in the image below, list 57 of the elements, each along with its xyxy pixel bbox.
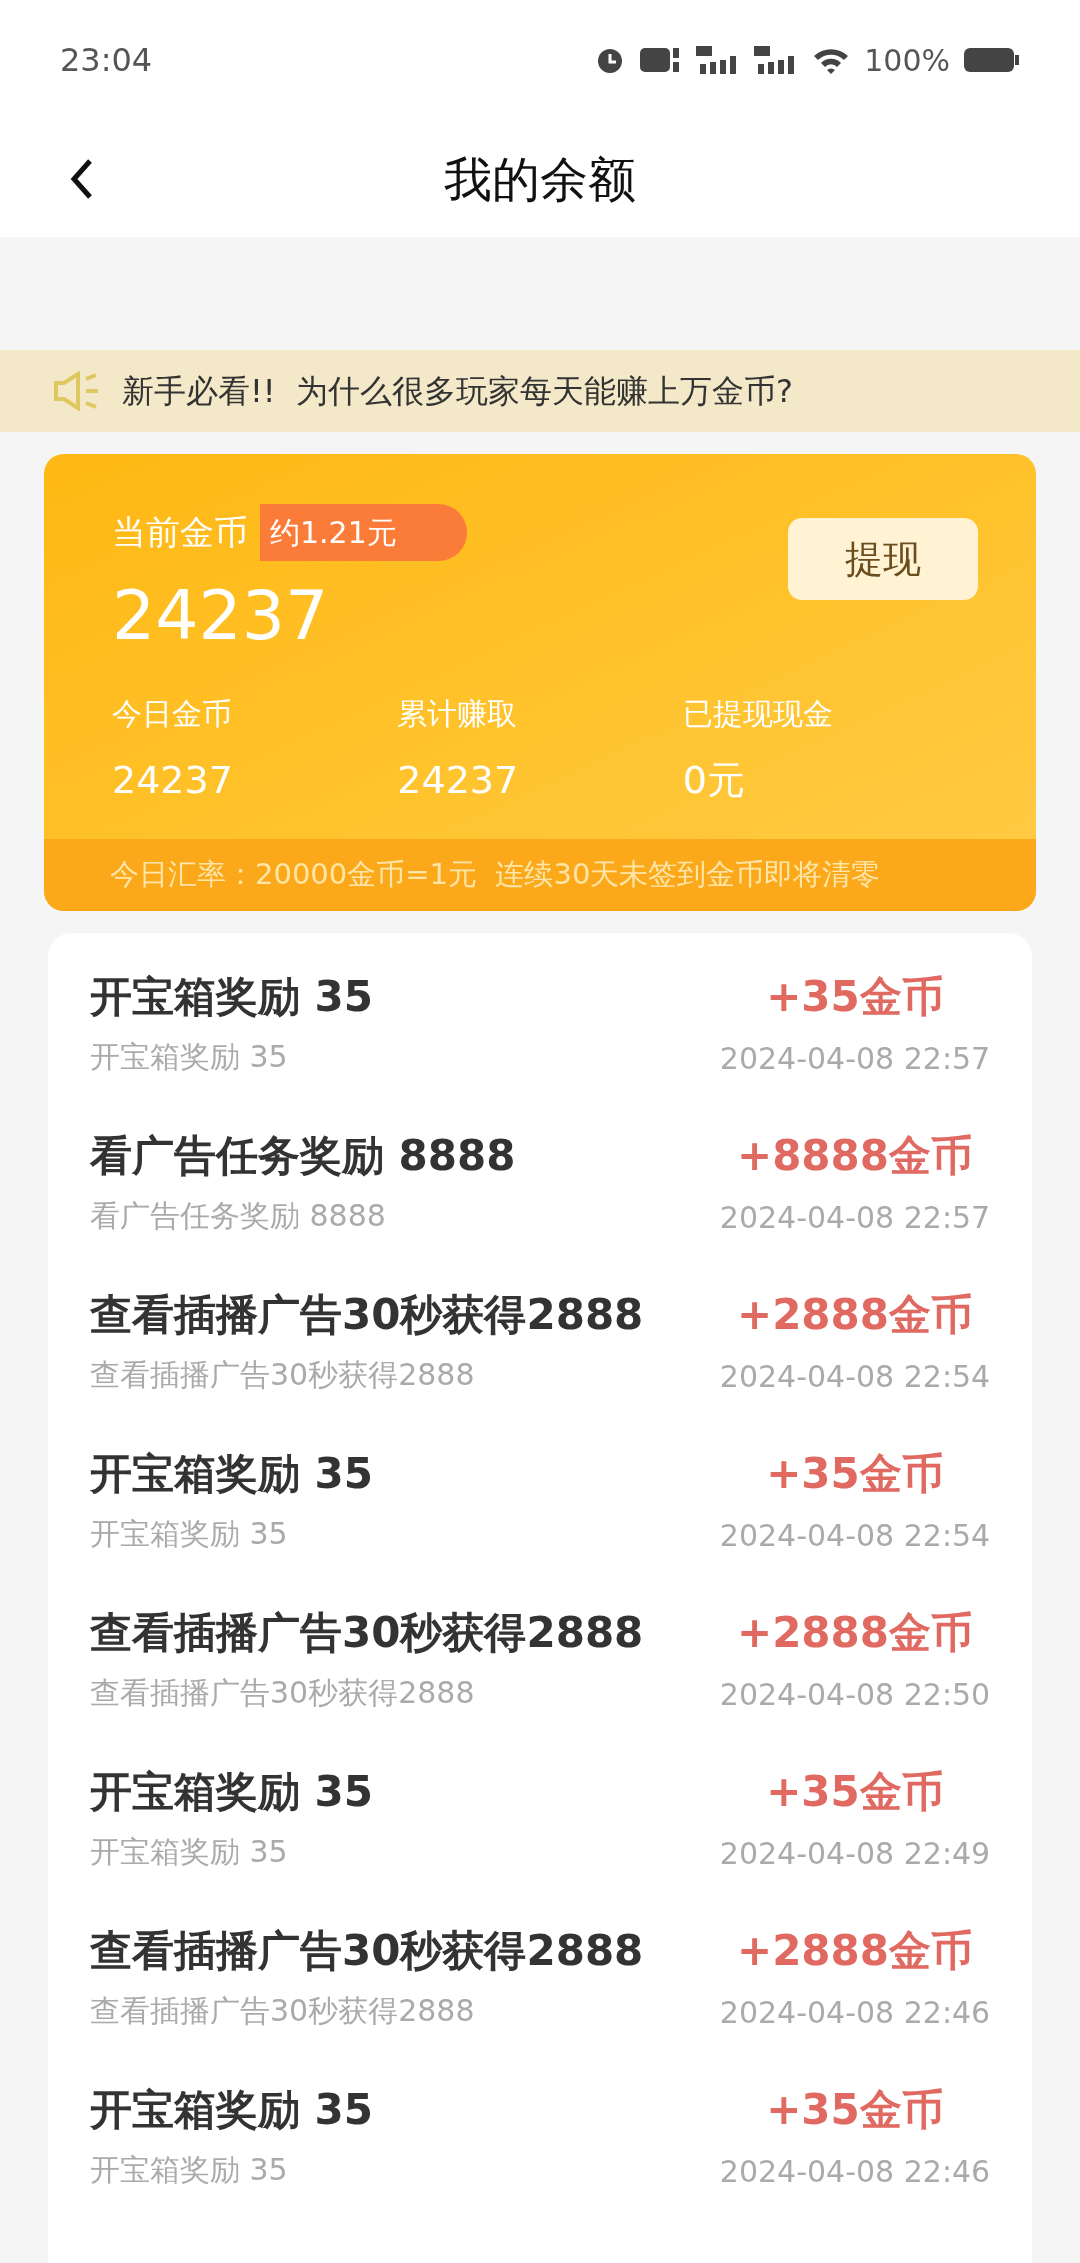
record-subtitle: 查看插播广告30秒获得2888 [90,1991,476,2030]
stat-value: 0元 [682,757,746,804]
notice-text: 新手必看!! 为什么很多玩家每天能赚上万金币? [122,371,793,412]
stat-value: 24237 [397,757,520,804]
record-title: 开宝箱奖励 35 [90,2083,374,2136]
record-title: 开宝箱奖励 35 [90,1447,374,1500]
status-time: 23:04 [60,40,153,81]
page-title: 我的余额 [444,149,636,209]
record-time: 2024-04-08 22:57 [719,1039,991,1078]
record-row[interactable]: 开宝箱奖励 35 开宝箱奖励 35 +35金币 2024-04-08 22:57 [48,958,1032,1118]
record-title: 查看插播广告30秒获得2888 [90,1606,644,1659]
record-subtitle: 查看插播广告30秒获得2888 [90,1673,476,1712]
record-time: 2024-04-08 22:54 [719,1357,991,1396]
record-subtitle: 开宝箱奖励 35 [90,1037,289,1076]
battery-icon [964,46,1020,74]
record-row[interactable]: 查看插播广告30秒获得2888 查看插播广告30秒获得2888 +2888金币 2024-04-08 22:46 [48,1912,1032,2072]
stat-label: 已提现现金 [682,695,834,733]
record-row[interactable]: 开宝箱奖励 35 开宝箱奖励 35 +35金币 2024-04-08 22:49 [48,1753,1032,1913]
record-title: 看广告任务奖励 8888 [90,1129,516,1182]
record-time: 2024-04-08 22:54 [719,1516,991,1555]
record-amount: +2888金币 [736,1606,974,1659]
coin-amount: 24237 [112,575,330,657]
record-time: 2024-04-08 22:50 [719,1675,991,1714]
coin-label: 当前金币 [112,511,248,554]
record-amount: +35金币 [766,2083,944,2136]
record-row[interactable]: 看广告任务奖励 8888 看广告任务奖励 8888 +8888金币 2024-04-08 22:57 [48,1117,1032,1277]
battery-percent: 100% [864,41,950,80]
record-title: 查看插播广告30秒获得2888 [90,1288,644,1341]
withdraw-button[interactable]: 提现 [788,518,978,600]
stat-label: 今日金币 [112,695,233,733]
record-subtitle: 开宝箱奖励 35 [90,2150,289,2189]
record-amount: +35金币 [766,970,944,1023]
record-subtitle: 开宝箱奖励 35 [90,1514,289,1553]
record-subtitle: 查看插播广告30秒获得2888 [90,1355,476,1394]
stat-label: 累计赚取 [397,695,519,733]
rate-footer: 今日汇率：20000金币=1元 连续30天未签到金币即将清零 [44,839,1036,911]
record-subtitle: 开宝箱奖励 35 [90,1832,289,1871]
record-amount: +2888金币 [736,1924,974,1977]
record-subtitle: 看广告任务奖励 8888 [90,1196,387,1235]
notice-banner[interactable]: 新手必看!! 为什么很多玩家每天能赚上万金币? [0,350,1080,432]
record-title: 查看插播广告30秒获得2888 [90,1924,644,1977]
record-time: 2024-04-08 22:46 [719,2152,991,2191]
record-amount: +2888金币 [736,1288,974,1341]
record-row[interactable]: 查看插播广告30秒获得2888 查看插播广告30秒获得2888 +2888金币 2024-04-08 22:54 [48,1276,1032,1436]
record-row[interactable]: 开宝箱奖励 35 开宝箱奖励 35 +35金币 2024-04-08 22:54 [48,1435,1032,1595]
record-row[interactable]: 开宝箱奖励 35 开宝箱奖励 35 +35金币 2024-04-08 22:46 [48,2071,1032,2231]
record-title: 开宝箱奖励 35 [90,970,374,1023]
record-row[interactable]: 查看插播广告30秒获得2888 查看插播广告30秒获得2888 +2888金币 2024-04-08 22:50 [48,1594,1032,1754]
record-amount: +35金币 [766,1447,944,1500]
stat-value: 24237 [112,757,234,804]
record-amount: +35金币 [766,1765,944,1818]
record-time: 2024-04-08 22:46 [719,1993,991,2032]
approx-badge: 约1.21元 [260,504,467,561]
record-title: 开宝箱奖励 35 [90,1765,374,1818]
record-amount: +8888金币 [736,1129,974,1182]
record-time: 2024-04-08 22:57 [719,1198,991,1237]
record-time: 2024-04-08 22:49 [719,1834,991,1873]
